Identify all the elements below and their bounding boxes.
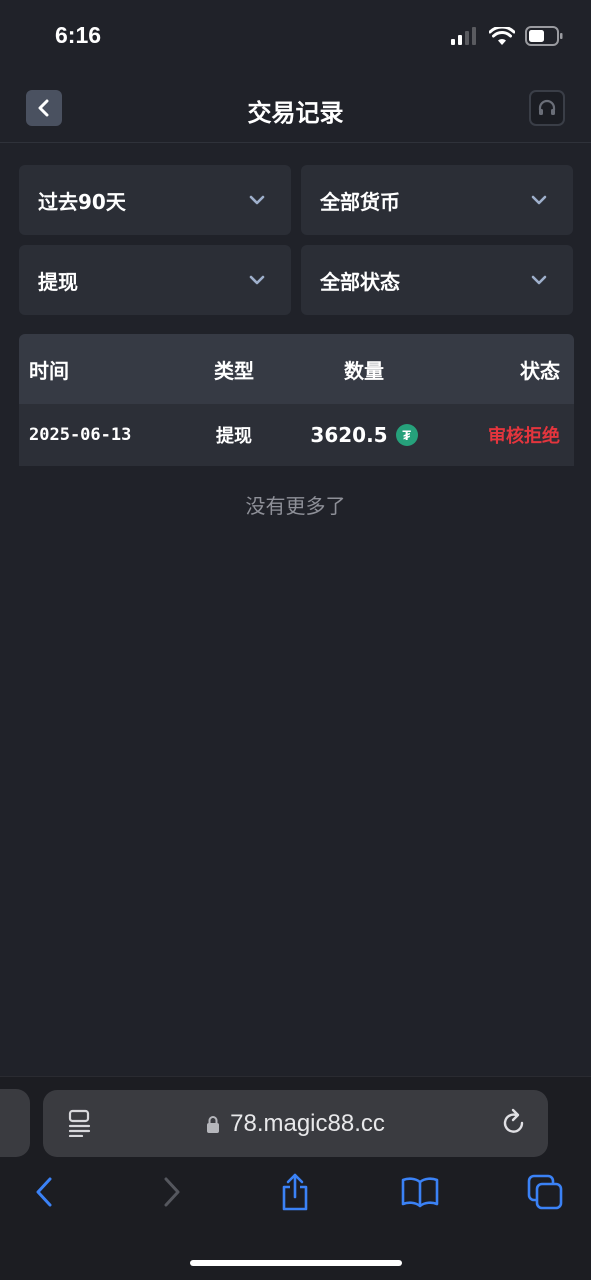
- address-bar[interactable]: 78.magic88.cc: [43, 1090, 548, 1157]
- currency-dropdown[interactable]: 全部货币: [301, 165, 573, 235]
- book-icon: [401, 1177, 439, 1208]
- previous-tab-preview[interactable]: [0, 1089, 30, 1157]
- column-header-time: 时间: [29, 358, 69, 383]
- share-icon: [282, 1173, 308, 1211]
- lock-icon: [207, 1115, 220, 1133]
- url-display: 78.magic88.cc: [43, 1110, 548, 1138]
- row-amount-cell: 3620.5 ₮: [274, 423, 454, 447]
- page-header: 交易记录: [0, 75, 591, 143]
- row-time: 2025-06-13: [29, 425, 132, 445]
- table-header: 时间 类型 数量 状态: [19, 334, 574, 404]
- transactions-table: 时间 类型 数量 状态 2025-06-13 提现 3620.5 ₮ 审核拒绝: [19, 334, 574, 466]
- row-amount: 3620.5: [310, 423, 388, 447]
- reload-icon[interactable]: [500, 1108, 528, 1138]
- status-dropdown[interactable]: 全部状态: [301, 245, 573, 315]
- transaction-type-dropdown[interactable]: 提现: [19, 245, 291, 315]
- chevron-down-icon: [531, 275, 547, 285]
- browser-toolbar: [0, 1172, 591, 1222]
- chevron-down-icon: [249, 195, 265, 205]
- home-indicator: [190, 1260, 402, 1266]
- currency-label: 全部货币: [320, 189, 400, 214]
- cellular-signal-icon: [451, 27, 476, 45]
- headset-icon: [538, 99, 556, 115]
- column-header-amount: 数量: [344, 358, 384, 383]
- no-more-text: 没有更多了: [245, 494, 346, 518]
- browser-back-button[interactable]: [24, 1172, 64, 1212]
- table-row[interactable]: 2025-06-13 提现 3620.5 ₮ 审核拒绝: [19, 404, 574, 466]
- url-text: 78.magic88.cc: [230, 1110, 385, 1137]
- filter-grid: 过去90天 全部货币 提现 全部状态: [19, 165, 574, 315]
- status-time: 6:16: [55, 22, 102, 48]
- bookmarks-button[interactable]: [400, 1172, 440, 1212]
- status-bar: 6:16: [0, 0, 591, 75]
- page-title: 交易记录: [247, 99, 344, 127]
- date-range-dropdown[interactable]: 过去90天: [19, 165, 291, 235]
- column-header-status: 状态: [520, 358, 560, 383]
- chevron-down-icon: [531, 195, 547, 205]
- battery-icon: [525, 26, 563, 46]
- wifi-icon: [489, 26, 515, 45]
- share-button[interactable]: [275, 1172, 315, 1212]
- chevron-left-icon: [36, 1177, 52, 1207]
- chevron-down-icon: [249, 275, 265, 285]
- browser-chrome: 78.magic88.cc: [0, 1076, 591, 1280]
- row-status: 审核拒绝: [488, 426, 560, 447]
- customer-service-button[interactable]: [529, 90, 565, 126]
- status-filter-label: 全部状态: [320, 269, 400, 294]
- date-range-label: 过去90天: [38, 189, 126, 214]
- column-header-type: 类型: [214, 358, 254, 383]
- chevron-right-icon: [164, 1177, 180, 1207]
- status-icons: [451, 26, 563, 46]
- row-type: 提现: [216, 426, 252, 447]
- tabs-button[interactable]: [525, 1172, 565, 1212]
- tether-icon: ₮: [395, 424, 418, 446]
- tabs-icon: [527, 1174, 563, 1210]
- browser-forward-button[interactable]: [152, 1172, 192, 1212]
- transaction-type-label: 提现: [38, 269, 78, 294]
